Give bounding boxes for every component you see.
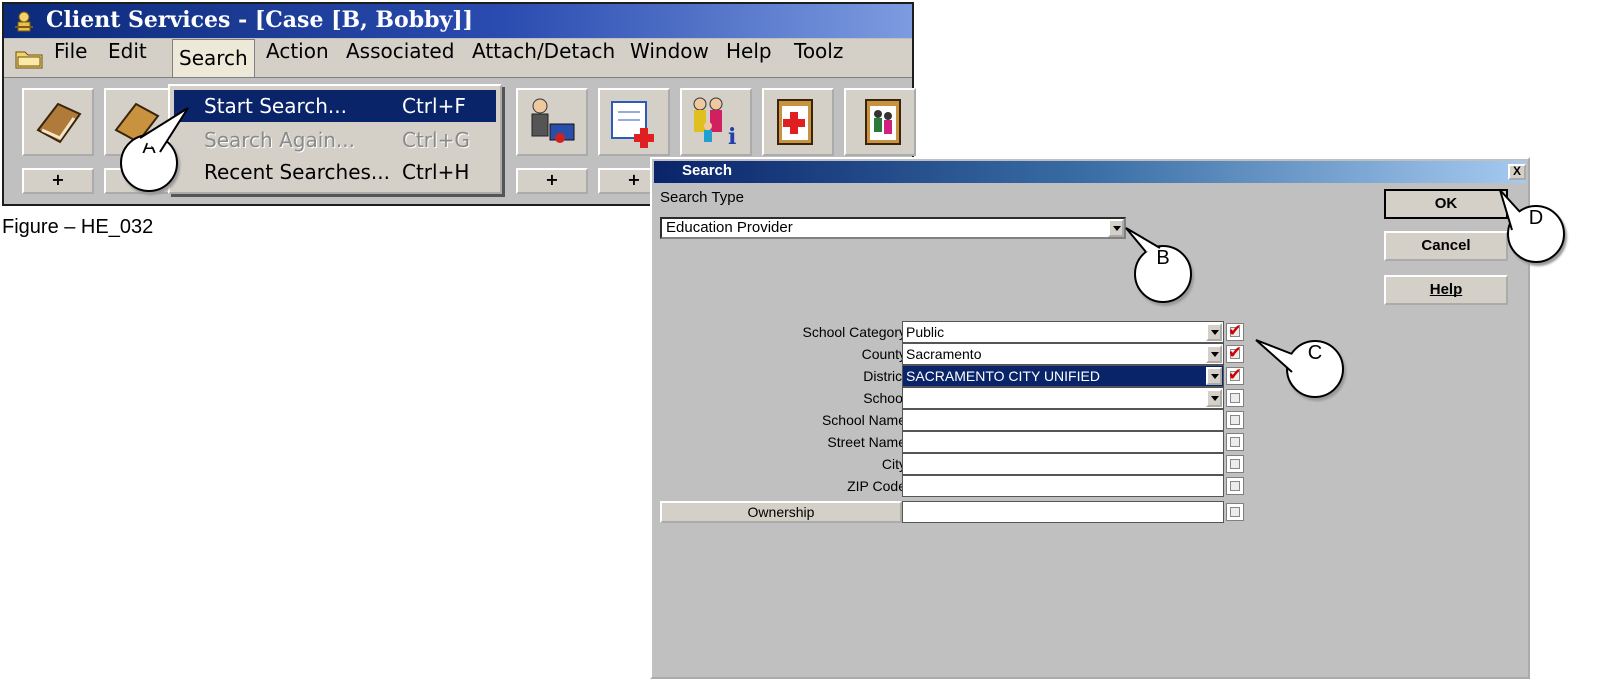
callout-a-pointer [139, 107, 189, 153]
callout-b-pointer [1125, 227, 1161, 253]
callout-d-pointer [1499, 189, 1521, 231]
callout-c-pointer [1255, 339, 1293, 373]
callout-pointers [139, 107, 1521, 373]
